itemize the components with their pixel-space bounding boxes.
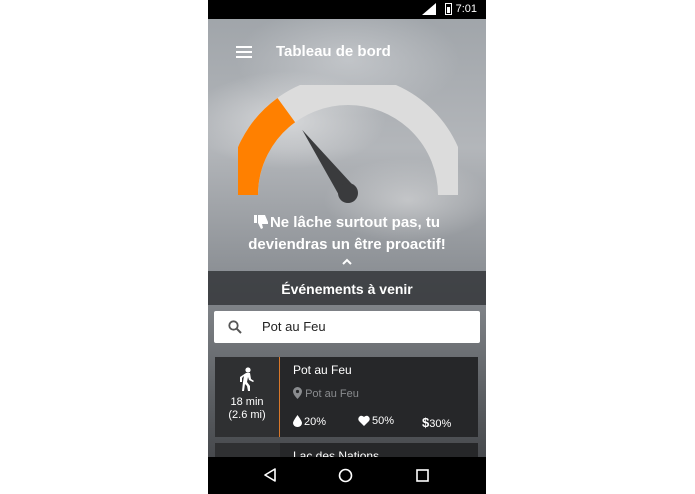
signal-icon xyxy=(422,3,436,18)
clock: 7:01 xyxy=(455,3,477,15)
search-input[interactable]: Pot au Feu xyxy=(214,311,480,343)
event-location: Pot au Feu xyxy=(293,387,359,400)
heart-icon xyxy=(358,415,370,426)
heart-stat: 50% xyxy=(358,415,394,427)
navigation-bar xyxy=(208,457,486,494)
phone-screen: 7:01 Tableau de bord Ne lâche surtout pa… xyxy=(208,0,486,494)
walk-icon xyxy=(240,367,254,391)
gauge xyxy=(238,85,458,203)
drop-value: 20% xyxy=(304,416,327,428)
gauge-hub xyxy=(338,183,358,203)
search-value: Pot au Feu xyxy=(262,319,326,334)
gauge-fill xyxy=(238,97,296,196)
event-location-label: Pot au Feu xyxy=(305,388,359,400)
drop-stat: 20% xyxy=(293,415,326,428)
pin-icon xyxy=(293,387,302,399)
drop-icon xyxy=(293,415,302,427)
travel-info: 18 min (2.6 mi) xyxy=(215,357,280,437)
message-line-1: Ne lâche surtout pas, tu xyxy=(269,214,441,231)
dollar-value: 30% xyxy=(429,418,452,430)
event-card[interactable]: 18 min (2.6 mi) Pot au Feu Pot au Feu 20… xyxy=(215,357,478,437)
walk-time: 18 min xyxy=(230,396,264,408)
heart-value: 50% xyxy=(372,415,395,427)
back-icon[interactable] xyxy=(263,468,277,482)
search-icon xyxy=(228,320,242,334)
menu-icon[interactable] xyxy=(236,46,252,58)
app-bar: Tableau de bord xyxy=(208,19,486,75)
status-bar: 7:01 xyxy=(208,0,486,19)
events-header: Événements à venir xyxy=(208,271,486,305)
page-title: Tableau de bord xyxy=(276,43,391,60)
recent-apps-icon[interactable] xyxy=(416,469,429,482)
battery-icon xyxy=(445,3,452,15)
motivation-message: Ne lâche surtout pas, tu deviendras un ê… xyxy=(208,213,486,255)
dollar-stat: $30% xyxy=(422,415,451,430)
message-line-2: deviendras un être proactif! xyxy=(248,236,446,253)
chevron-up-icon[interactable] xyxy=(341,257,353,267)
event-name: Pot au Feu xyxy=(293,363,352,377)
home-icon[interactable] xyxy=(338,468,353,483)
thumbs-down-icon xyxy=(253,215,268,235)
walk-distance: (2.6 mi) xyxy=(228,409,266,421)
